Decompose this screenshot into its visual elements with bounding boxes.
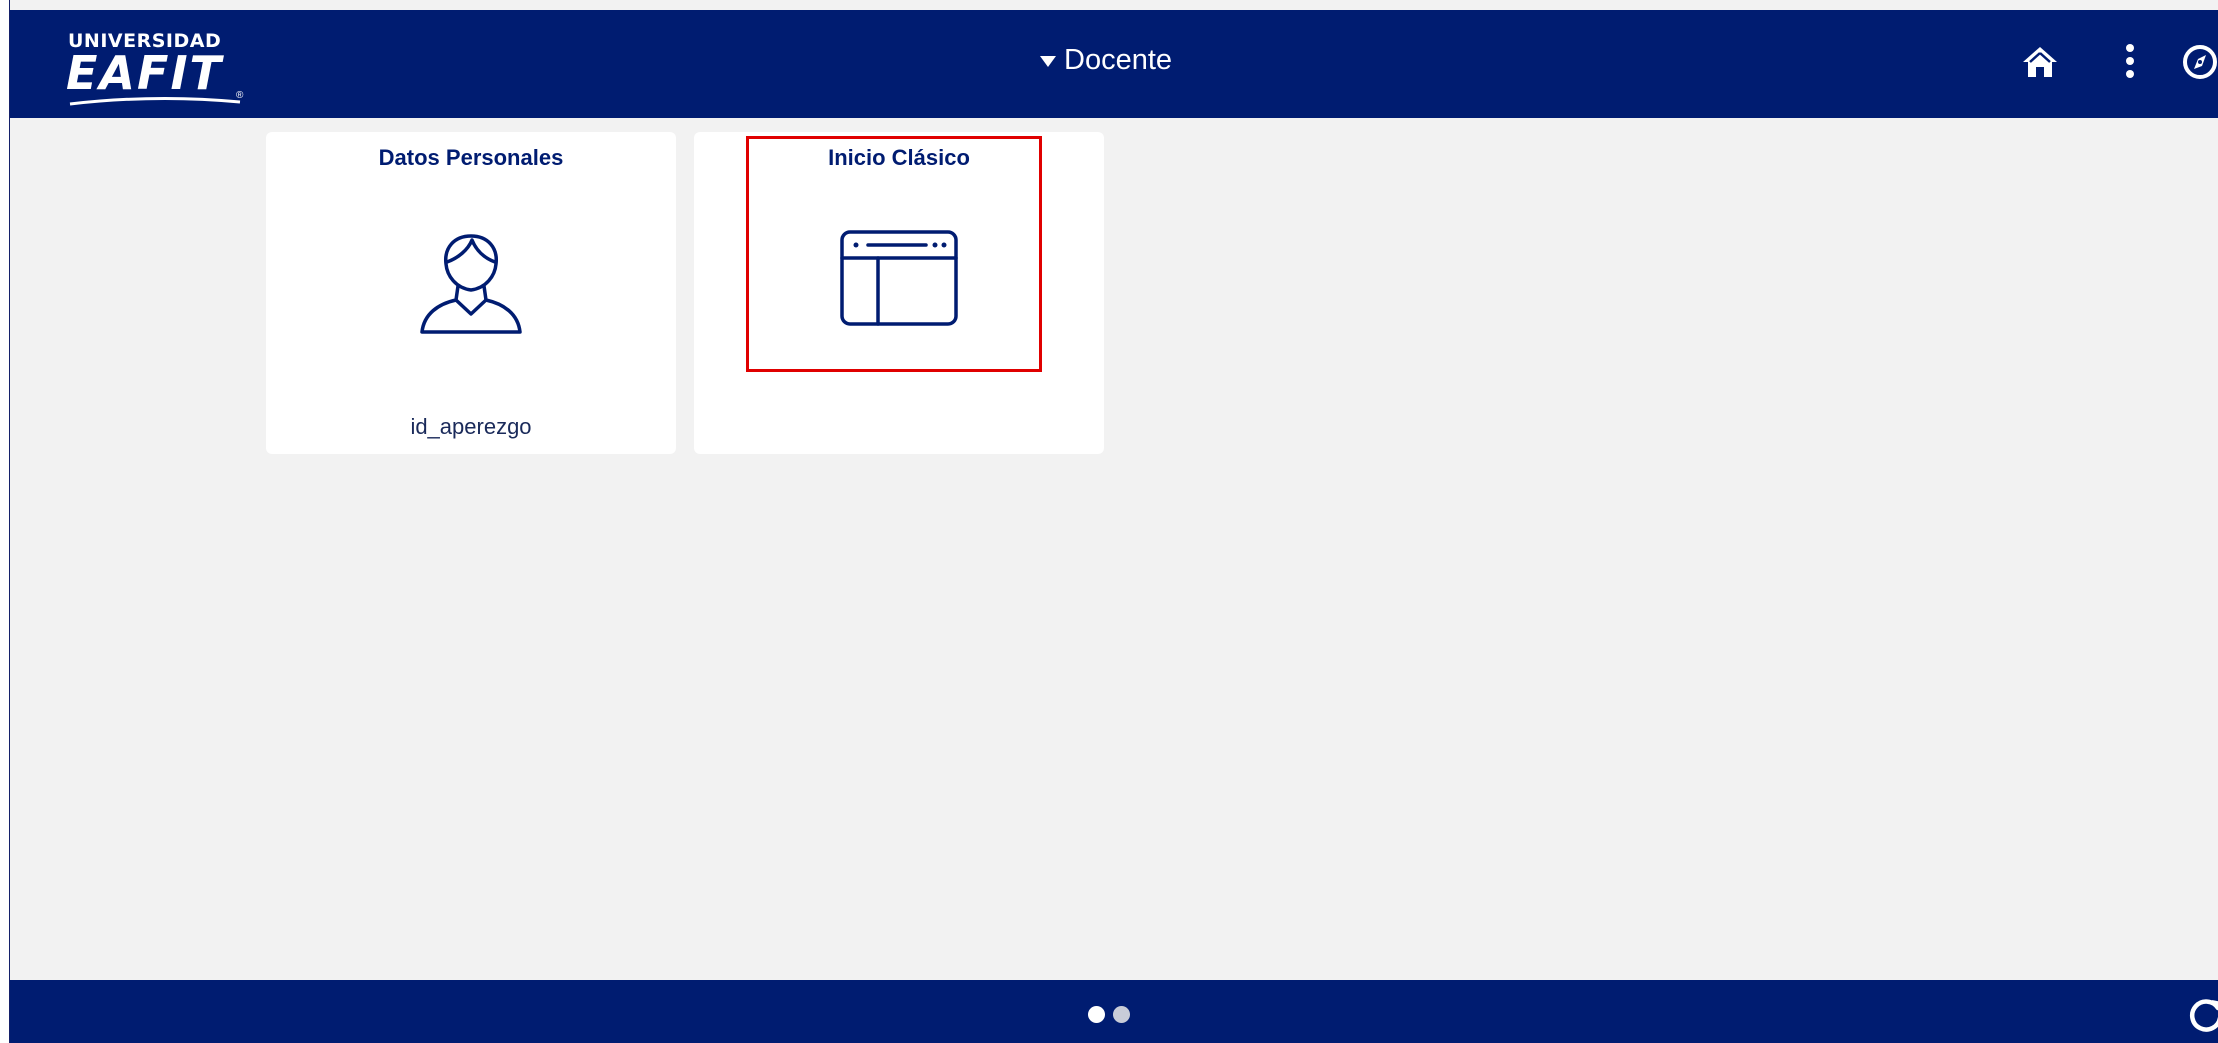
bottom-bar <box>10 980 2218 1043</box>
tile-title: Inicio Clásico <box>828 145 970 170</box>
homepage-selector[interactable]: Docente <box>1040 40 1172 80</box>
person-icon <box>420 234 522 334</box>
tile-datos-personales[interactable]: Datos Personales id_aperezgo <box>266 132 676 454</box>
logo-swoosh <box>69 96 241 106</box>
homepage-selector-label: Docente <box>1064 43 1173 76</box>
home-icon[interactable] <box>2020 42 2060 82</box>
left-window-edge <box>0 0 10 1043</box>
navbar-icon[interactable] <box>2180 42 2218 82</box>
top-banner: UNIVERSIDAD EAFIT ® Docente <box>10 10 2218 118</box>
eafit-logo[interactable]: UNIVERSIDAD EAFIT ® <box>66 24 248 106</box>
refresh-icon[interactable] <box>2186 994 2218 1034</box>
logo-main-text: EAFIT <box>66 46 223 100</box>
tile-subtitle-user-id: id_aperezgo <box>410 414 532 439</box>
page-indicator <box>1088 1006 1130 1023</box>
tile-title: Datos Personales <box>378 145 564 170</box>
caret-down-icon <box>1040 55 1056 67</box>
classic-window-icon <box>840 230 958 326</box>
page-dot-active[interactable] <box>1088 1006 1105 1023</box>
tile-inicio-clasico[interactable]: Inicio Clásico <box>694 132 1104 454</box>
actions-menu-icon[interactable] <box>2110 42 2150 82</box>
page-dot[interactable] <box>1113 1006 1130 1023</box>
logo-registered-mark: ® <box>236 90 244 101</box>
